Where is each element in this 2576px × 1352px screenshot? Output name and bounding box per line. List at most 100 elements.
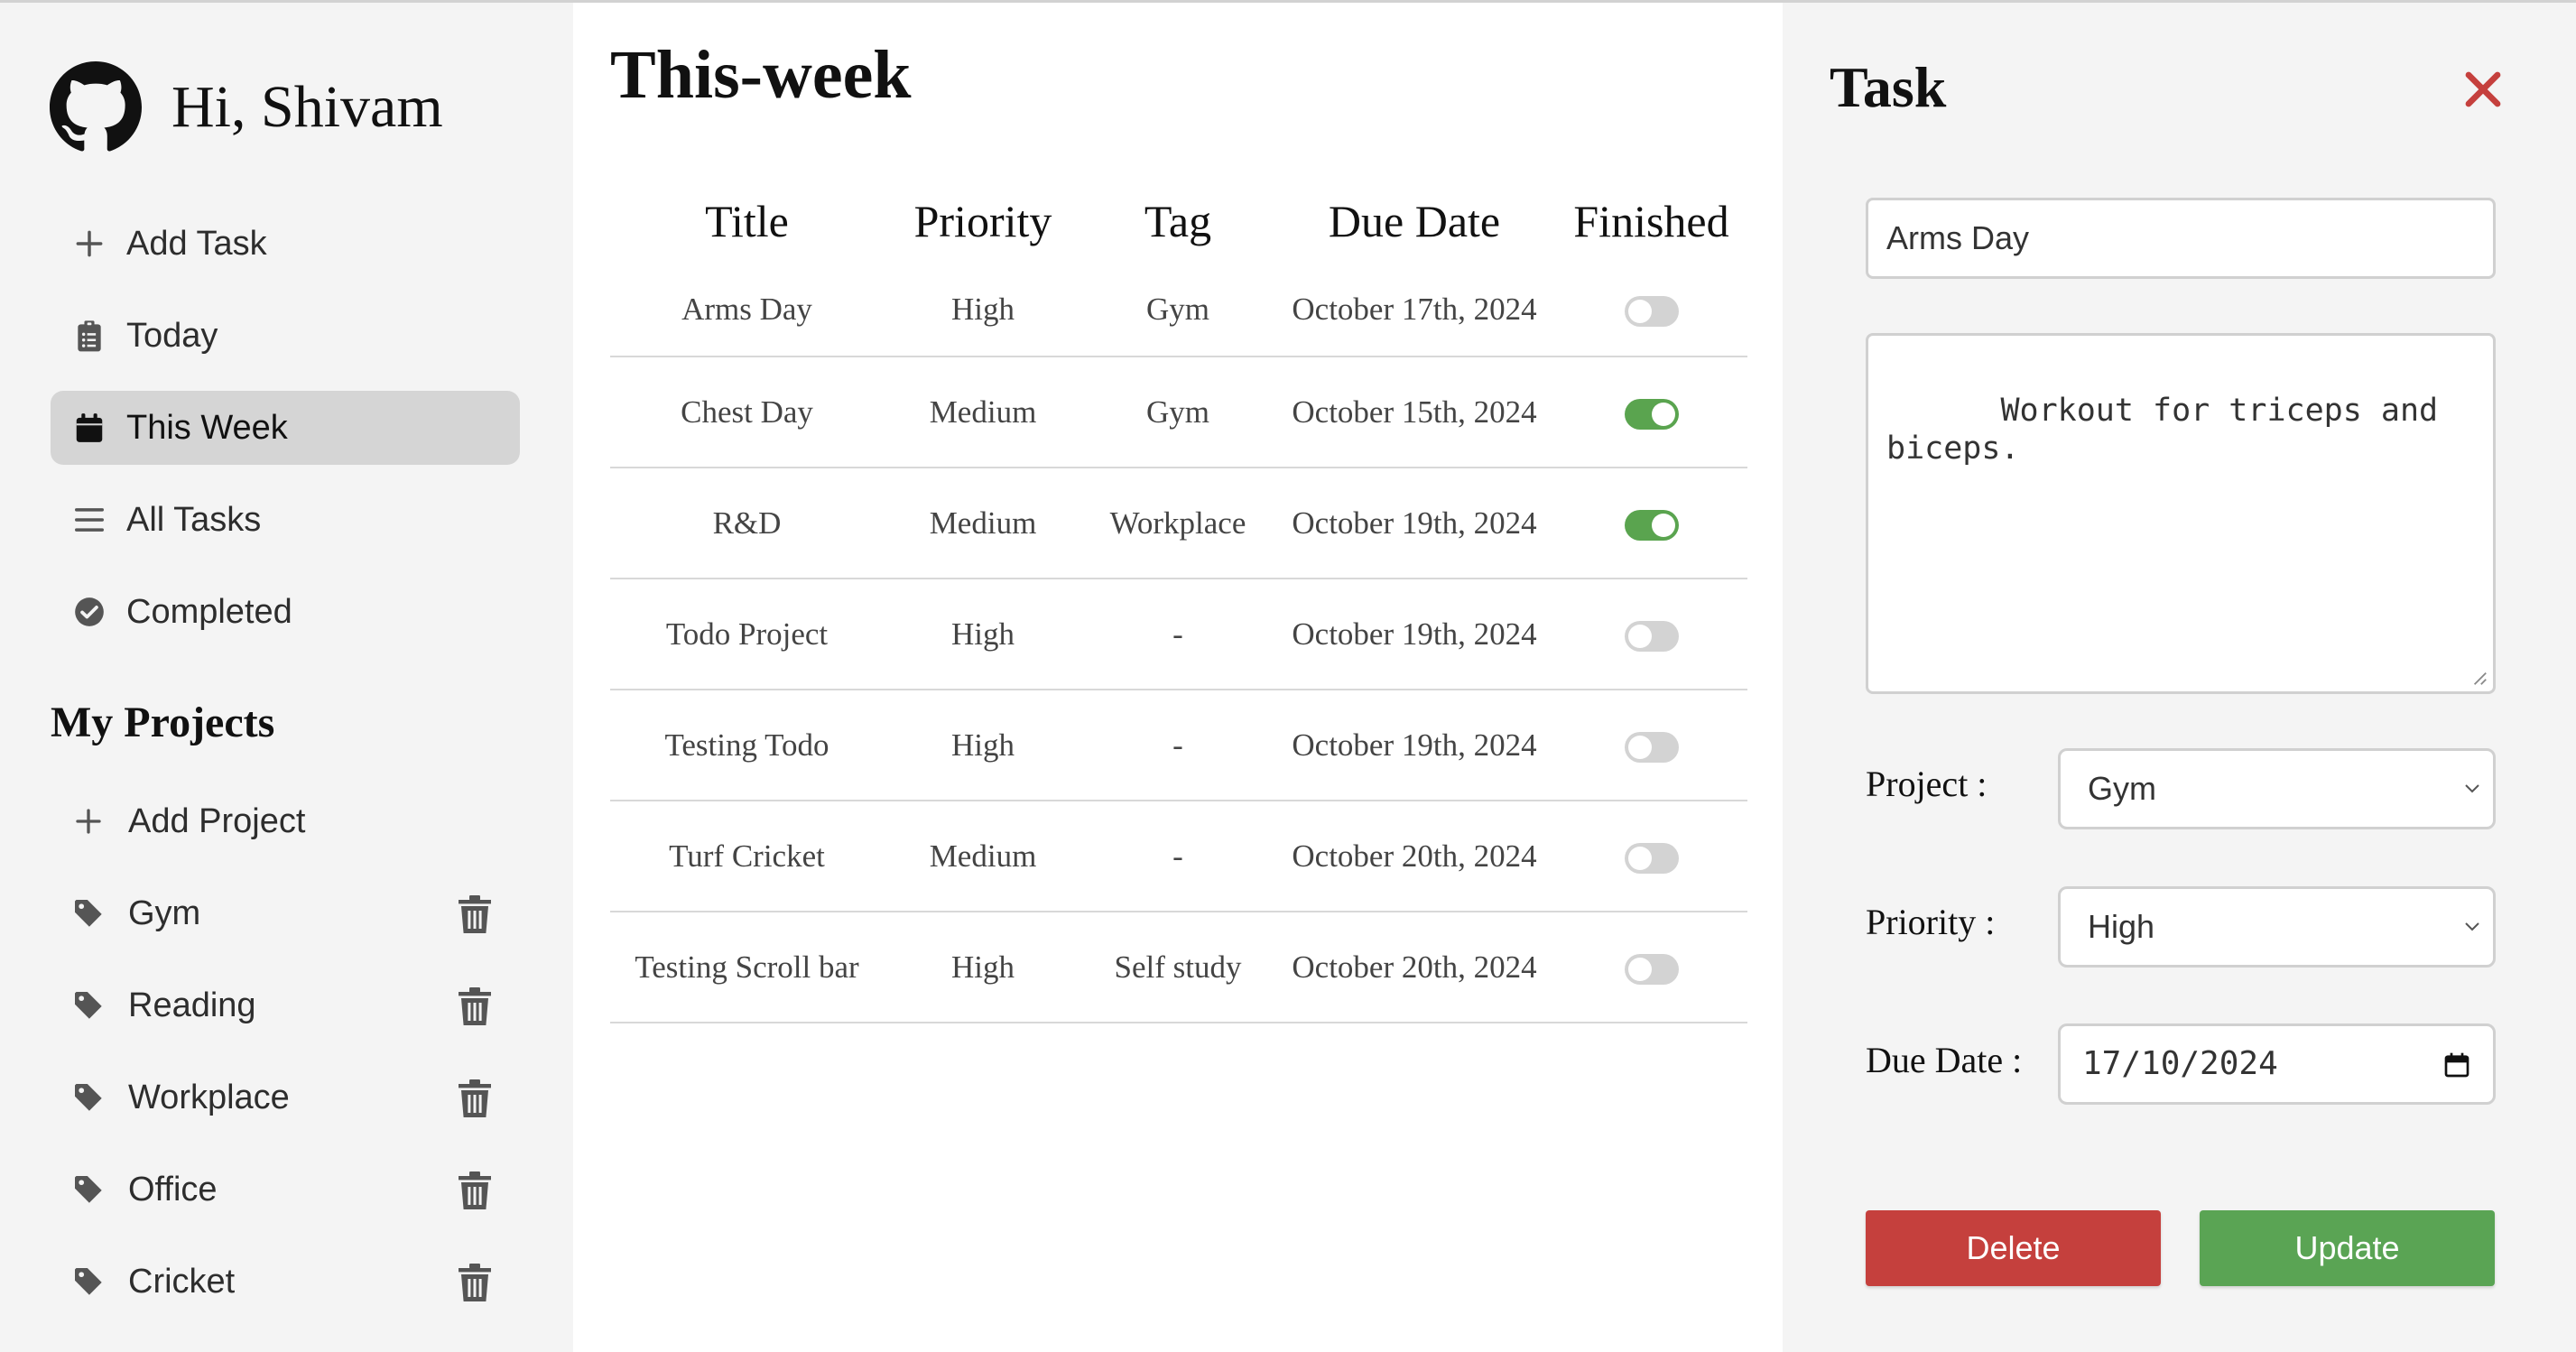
task-due-date: October 20th, 2024: [1274, 801, 1555, 912]
chevron-down-icon: [2462, 781, 2482, 795]
app: Hi, Shivam Add Task Today This Week All …: [0, 3, 2576, 1352]
project-select-value: Gym: [2088, 770, 2156, 807]
project-label: Workplace: [128, 1078, 290, 1116]
task-title-input[interactable]: Arms Day: [1866, 198, 2496, 279]
table-row[interactable]: R&D Medium Workplace October 19th, 2024: [610, 468, 1747, 579]
tasks-table: Title Priority Tag Due Date Finished Arm…: [610, 180, 1747, 1023]
due-date-value: 17/10/2024: [2082, 1045, 2278, 1082]
nav-item-completed[interactable]: Completed: [51, 575, 520, 649]
project-item-reading[interactable]: Reading: [51, 968, 520, 1042]
task-due-date: October 19th, 2024: [1274, 579, 1555, 690]
finished-toggle[interactable]: [1624, 954, 1679, 986]
table-row[interactable]: Arms Day High Gym October 17th, 2024: [610, 263, 1747, 357]
trash-icon[interactable]: [457, 1263, 493, 1302]
list-icon: [72, 503, 107, 537]
update-button[interactable]: Update: [2200, 1210, 2495, 1286]
task-tag: Self study: [1082, 912, 1274, 1023]
task-description-textarea[interactable]: Workout for triceps and biceps.: [1866, 333, 2496, 694]
priority-label: Priority :: [1866, 902, 1996, 942]
column-header: Priority: [913, 196, 1052, 246]
add-project-label: Add Project: [128, 801, 306, 840]
trash-icon[interactable]: [457, 894, 493, 934]
nav-menu: Add Task Today This Week All Tasks Compl…: [51, 207, 520, 667]
priority-select[interactable]: High: [2058, 886, 2496, 968]
nav-item-today[interactable]: Today: [51, 299, 520, 373]
project-item-workplace[interactable]: Workplace: [51, 1060, 520, 1134]
nav-item-add-task[interactable]: Add Task: [51, 207, 520, 281]
tag-icon: [72, 989, 105, 1022]
project-label: Project :: [1866, 764, 1988, 804]
finished-toggle[interactable]: [1624, 296, 1679, 328]
github-icon: [50, 61, 142, 152]
table-row[interactable]: Turf Cricket Medium - October 20th, 2024: [610, 801, 1747, 912]
task-due-date: October 17th, 2024: [1274, 263, 1555, 357]
due-date-label: Due Date :: [1866, 1040, 2023, 1080]
sidebar: Hi, Shivam Add Task Today This Week All …: [0, 3, 573, 1352]
task-due-date: October 19th, 2024: [1274, 690, 1555, 801]
project-select[interactable]: Gym: [2058, 748, 2496, 829]
calendar-icon[interactable]: [2442, 1051, 2471, 1079]
finished-toggle[interactable]: [1624, 732, 1679, 764]
delete-button[interactable]: Delete: [1866, 1210, 2161, 1286]
check-circle-icon: [72, 595, 107, 629]
table-row[interactable]: Todo Project High - October 19th, 2024: [610, 579, 1747, 690]
task-detail-panel: Task Arms Day Workout for triceps and bi…: [1783, 3, 2576, 1352]
nav-item-label: This Week: [126, 408, 288, 447]
task-title: Todo Project: [610, 579, 884, 690]
column-header: Title: [705, 196, 789, 246]
plus-icon: [72, 805, 105, 838]
table-row[interactable]: Testing Scroll bar High Self study Octob…: [610, 912, 1747, 1023]
project-label: Cricket: [128, 1262, 236, 1301]
add-project-button[interactable]: Add Project: [51, 784, 520, 858]
task-priority: Medium: [884, 357, 1082, 468]
calendar-icon: [72, 411, 107, 445]
nav-item-label: Completed: [126, 592, 292, 631]
table-header-row: Title Priority Tag Due Date Finished: [610, 180, 1747, 263]
project-label: Reading: [128, 986, 256, 1024]
close-icon[interactable]: [2461, 68, 2505, 111]
table-row[interactable]: Chest Day Medium Gym October 15th, 2024: [610, 357, 1747, 468]
task-tag: -: [1082, 579, 1274, 690]
trash-icon[interactable]: [457, 1171, 493, 1210]
task-finished-cell: [1555, 263, 1747, 357]
task-finished-cell: [1555, 468, 1747, 579]
tag-icon: [72, 897, 105, 930]
main-content: This-week Title Priority Tag Due Date Fi…: [573, 3, 1783, 1352]
trash-icon[interactable]: [457, 1079, 493, 1118]
page-title: This-week: [610, 37, 912, 113]
nav-item-this-week[interactable]: This Week: [51, 391, 520, 465]
task-due-date: October 20th, 2024: [1274, 912, 1555, 1023]
project-item-cricket[interactable]: Cricket: [51, 1245, 520, 1319]
resize-handle-icon[interactable]: [2471, 670, 2488, 686]
finished-toggle[interactable]: [1624, 399, 1679, 431]
task-priority: High: [884, 690, 1082, 801]
projects-list: Add Project Gym Reading Workplace Office…: [51, 784, 520, 1337]
priority-select-value: High: [2088, 908, 2155, 945]
task-tag: Workplace: [1082, 468, 1274, 579]
project-item-gym[interactable]: Gym: [51, 876, 520, 950]
task-finished-cell: [1555, 579, 1747, 690]
nav-item-label: Today: [126, 316, 218, 355]
due-date-input[interactable]: 17/10/2024: [2058, 1023, 2496, 1105]
project-item-office[interactable]: Office: [51, 1153, 520, 1227]
user-header: Hi, Shivam: [50, 61, 443, 153]
task-priority: Medium: [884, 468, 1082, 579]
task-title: Chest Day: [610, 357, 884, 468]
plus-icon: [72, 227, 107, 261]
tag-icon: [72, 1173, 105, 1206]
task-finished-cell: [1555, 357, 1747, 468]
finished-toggle[interactable]: [1624, 843, 1679, 875]
trash-icon[interactable]: [457, 986, 493, 1026]
table-row[interactable]: Testing Todo High - October 19th, 2024: [610, 690, 1747, 801]
task-tag: Gym: [1082, 357, 1274, 468]
task-due-date: October 15th, 2024: [1274, 357, 1555, 468]
task-tag: Gym: [1082, 263, 1274, 357]
task-title: Testing Scroll bar: [610, 912, 884, 1023]
finished-toggle[interactable]: [1624, 510, 1679, 542]
task-title: R&D: [610, 468, 884, 579]
column-header: Finished: [1573, 196, 1729, 246]
finished-toggle[interactable]: [1624, 621, 1679, 653]
task-title: Turf Cricket: [610, 801, 884, 912]
tag-icon: [72, 1081, 105, 1114]
nav-item-all-tasks[interactable]: All Tasks: [51, 483, 520, 557]
